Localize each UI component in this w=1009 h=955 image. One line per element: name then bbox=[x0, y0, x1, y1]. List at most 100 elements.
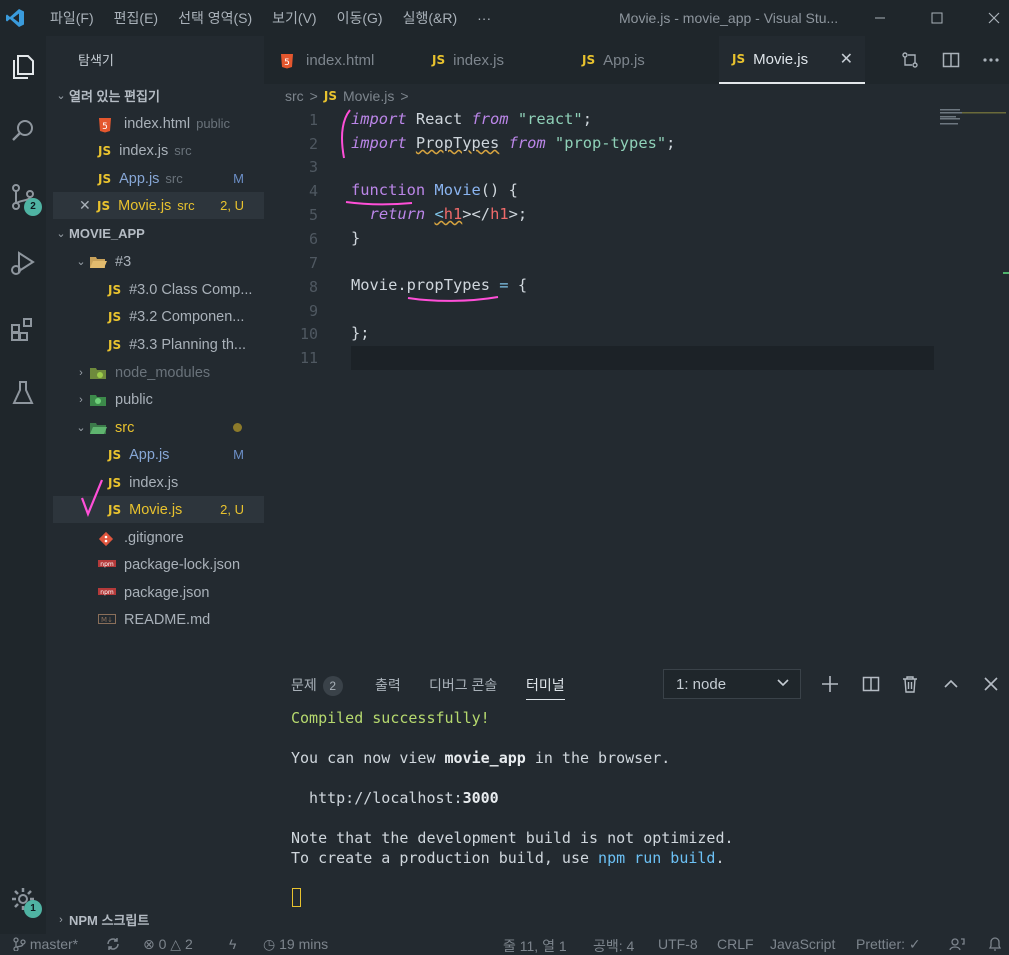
modified-badge: M bbox=[233, 171, 244, 186]
menu-run[interactable]: 실행(&R) bbox=[393, 0, 468, 36]
html5-icon: 5 bbox=[98, 117, 116, 132]
tab-app-js[interactable]: JS App.js bbox=[582, 36, 722, 84]
tab-debug-console[interactable]: 디버그 콘솔 bbox=[429, 675, 497, 695]
tree-folder-node-modules[interactable]: › node_modules bbox=[53, 359, 264, 386]
menu-go[interactable]: 이동(G) bbox=[327, 0, 393, 36]
minimize-button[interactable] bbox=[857, 0, 903, 36]
project-header[interactable]: ⌄ MOVIE_APP bbox=[53, 220, 264, 247]
testing-flask-icon[interactable] bbox=[0, 370, 46, 416]
close-panel-icon[interactable] bbox=[976, 669, 1006, 699]
session-timer[interactable]: ◷ 19 mins bbox=[263, 936, 328, 953]
open-editor-item-active[interactable]: ✕ JS Movie.js src 2, U bbox=[53, 192, 264, 219]
prettier-status[interactable]: Prettier: ✓ bbox=[856, 936, 921, 953]
js-file-icon: JS bbox=[108, 502, 122, 517]
sync-icon[interactable] bbox=[105, 936, 121, 952]
tab-terminal[interactable]: 터미널 bbox=[526, 675, 565, 700]
open-editor-item[interactable]: JS index.js src bbox=[53, 137, 264, 164]
tree-file[interactable]: JS #3.0 Class Comp... bbox=[53, 276, 264, 303]
tree-file[interactable]: M↓ README.md bbox=[53, 606, 264, 633]
lightning-icon[interactable]: ϟ bbox=[229, 936, 236, 952]
window-title: Movie.js - movie_app - Visual Stu... bbox=[619, 10, 839, 26]
compare-changes-icon[interactable] bbox=[892, 36, 928, 84]
menu-edit[interactable]: 편집(E) bbox=[104, 0, 168, 36]
tree-file[interactable]: JS #3.3 Planning th... bbox=[53, 331, 264, 358]
modified-dot-icon bbox=[233, 423, 242, 432]
close-tab-icon[interactable]: ✕ bbox=[840, 49, 853, 69]
encoding[interactable]: UTF-8 bbox=[658, 936, 698, 952]
tab-movie-js[interactable]: JS Movie.js ✕ bbox=[719, 36, 865, 84]
cursor-position[interactable]: 줄 11, 열 1 bbox=[503, 936, 567, 955]
explorer-icon[interactable] bbox=[0, 44, 46, 90]
end-of-line[interactable]: CRLF bbox=[717, 936, 754, 952]
chevron-down-icon: ⌄ bbox=[76, 422, 86, 434]
tree-folder-3[interactable]: ⌄ #3 bbox=[53, 248, 264, 275]
indentation[interactable]: 공백: 4 bbox=[593, 936, 634, 955]
open-editor-item[interactable]: 5 index.html public bbox=[53, 110, 264, 137]
terminal-select[interactable]: 1: node bbox=[663, 669, 801, 699]
svg-text:5: 5 bbox=[102, 122, 108, 132]
tree-folder-public[interactable]: › public bbox=[53, 386, 264, 413]
js-file-icon: JS bbox=[98, 171, 112, 186]
settings-gear-icon[interactable]: 1 bbox=[0, 876, 46, 922]
extensions-icon[interactable] bbox=[0, 306, 46, 352]
chevron-down-icon: ⌄ bbox=[56, 228, 66, 240]
markdown-icon: M↓ bbox=[98, 613, 116, 627]
tree-folder-src[interactable]: ⌄ src bbox=[53, 414, 264, 441]
tab-index-js[interactable]: JS index.js bbox=[432, 36, 572, 84]
npm-scripts-header[interactable]: › NPM 스크립트 bbox=[53, 906, 264, 933]
tab-output[interactable]: 출력 bbox=[375, 675, 401, 695]
feedback-icon[interactable] bbox=[949, 936, 965, 952]
close-window-button[interactable] bbox=[971, 0, 1009, 36]
menu-more[interactable]: ··· bbox=[467, 0, 501, 36]
public-folder-icon bbox=[89, 393, 107, 407]
chevron-down-icon bbox=[776, 675, 790, 689]
language-mode[interactable]: JavaScript bbox=[770, 936, 835, 952]
new-terminal-plus-icon[interactable] bbox=[815, 669, 845, 699]
close-editor-icon[interactable]: ✕ bbox=[79, 197, 97, 214]
problems-count-badge: 2 bbox=[322, 676, 343, 696]
tab-index-html[interactable]: 5 index.html bbox=[280, 36, 420, 84]
tree-file[interactable]: npm package.json bbox=[53, 579, 264, 606]
problems-badge: 2, U bbox=[220, 502, 244, 517]
maximize-panel-chevron-up-icon[interactable] bbox=[936, 669, 966, 699]
chevron-right-icon: › bbox=[79, 393, 83, 406]
js-file-icon: JS bbox=[97, 198, 111, 213]
branch-status[interactable]: master* bbox=[12, 936, 78, 952]
more-actions-icon[interactable] bbox=[973, 36, 1009, 84]
notifications-bell-icon[interactable] bbox=[988, 936, 1002, 952]
js-file-icon: JS bbox=[108, 309, 122, 324]
run-debug-icon[interactable] bbox=[0, 240, 46, 286]
tree-file[interactable]: .gitignore bbox=[53, 524, 264, 551]
search-icon[interactable] bbox=[0, 108, 46, 154]
problems-status[interactable]: ⊗ 0 △ 2 bbox=[143, 936, 193, 953]
code-editor[interactable]: 1 2 4 5 6 7 8 9 10 11 3 import React fro… bbox=[264, 106, 1009, 654]
breadcrumb-file[interactable]: Movie.js bbox=[343, 88, 394, 104]
split-terminal-icon[interactable] bbox=[856, 669, 886, 699]
tab-problems[interactable]: 문제 2 bbox=[291, 675, 343, 696]
tree-file[interactable]: JS #3.2 Componen... bbox=[53, 303, 264, 330]
trash-icon[interactable] bbox=[895, 669, 925, 699]
tree-file[interactable]: JS App.js M bbox=[53, 441, 264, 468]
scrollbar-marker bbox=[1003, 272, 1009, 274]
breadcrumb: src > JS Movie.js > bbox=[285, 86, 415, 106]
svg-text:npm: npm bbox=[100, 561, 114, 568]
source-control-icon[interactable]: 2 bbox=[0, 174, 46, 220]
minimap[interactable] bbox=[940, 108, 1006, 130]
menu-view[interactable]: 보기(V) bbox=[262, 0, 326, 36]
breadcrumb-folder[interactable]: src bbox=[285, 88, 304, 104]
split-editor-icon[interactable] bbox=[933, 36, 969, 84]
terminal-cursor bbox=[292, 888, 301, 907]
menu-selection[interactable]: 선택 영역(S) bbox=[168, 0, 262, 36]
node-folder-icon bbox=[89, 366, 107, 380]
terminal-line: To create a production build, use npm ru… bbox=[291, 849, 725, 867]
svg-text:npm: npm bbox=[100, 589, 114, 596]
tree-file[interactable]: npm package-lock.json bbox=[53, 551, 264, 578]
terminal-line: You can now view movie_app in the browse… bbox=[291, 749, 671, 767]
maximize-button[interactable] bbox=[914, 0, 960, 36]
js-file-icon: JS bbox=[432, 53, 446, 67]
open-editors-header[interactable]: ⌄ 열려 있는 편집기 bbox=[53, 82, 264, 109]
menu-file[interactable]: 파일(F) bbox=[40, 0, 104, 36]
status-bar: master* ⊗ 0 △ 2 ϟ ◷ 19 mins 줄 11, 열 1 공백… bbox=[0, 934, 1009, 955]
open-editor-item[interactable]: JS App.js src M bbox=[53, 165, 264, 192]
js-file-icon: JS bbox=[98, 143, 112, 158]
